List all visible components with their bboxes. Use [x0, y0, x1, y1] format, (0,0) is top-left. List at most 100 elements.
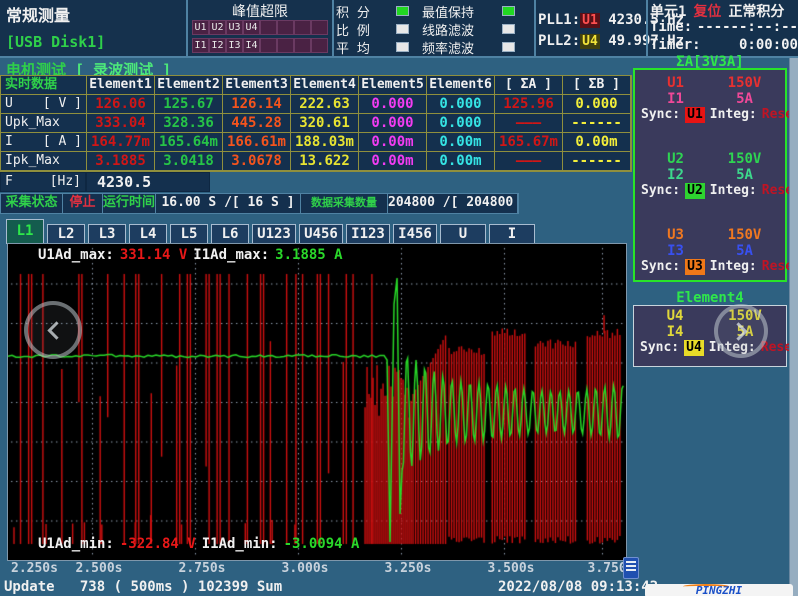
- x-tick-label: 2.500s: [76, 561, 123, 576]
- table-cell: 166.61m: [223, 133, 291, 152]
- table-cell: 125.67: [155, 95, 223, 114]
- pll-label: PLL2:: [538, 33, 580, 49]
- annotation-text: -322.84 V: [120, 536, 196, 552]
- column-header: [ ΣA ]: [495, 76, 563, 95]
- chevron-right-icon: [729, 322, 747, 340]
- acq-runtime-label: 运行时间: [103, 194, 156, 213]
- device-icon: [623, 557, 639, 579]
- tab-u456[interactable]: U456: [299, 224, 343, 244]
- peak-cell-U1: U1: [192, 20, 209, 35]
- peak-cell-U2: U2: [209, 20, 226, 35]
- datetime-display: 2022/08/08 09:13:42: [498, 579, 658, 595]
- table-cell: 126.06: [87, 95, 155, 114]
- timer-value: 0:00:00: [739, 37, 798, 55]
- table-cell: ------: [563, 152, 631, 171]
- annotation-text: I1Ad_max:: [193, 247, 269, 263]
- tab-i123[interactable]: I123: [346, 224, 390, 244]
- channel-name: U2: [641, 151, 710, 167]
- sync-integ-row: Sync:U3Integ:Reset: [641, 259, 779, 275]
- channel-current-row: I35A: [641, 243, 779, 259]
- right-scrollbar[interactable]: [789, 58, 798, 596]
- sync-source-badge: U3: [685, 259, 705, 275]
- acquisition-status-bar: 采集状态停止运行时间16.00 S /[ 16 S ]数据采集数量204800 …: [0, 193, 519, 214]
- tab-l4[interactable]: L4: [129, 224, 167, 244]
- table-cell: 222.63: [291, 95, 359, 114]
- table-corner-label: 实时数据: [1, 76, 87, 95]
- peak-cell-empty: [260, 38, 277, 53]
- tab-i456[interactable]: I456: [393, 224, 437, 244]
- waveform-min-annotation: U1Ad_min:-322.84 VI1Ad_min:-3.0094 A: [38, 536, 365, 552]
- table-cell: 165.67m: [495, 133, 563, 152]
- channel-current-row: I15A: [641, 91, 779, 107]
- indicator-label-line-filter: 线路滤波: [422, 20, 502, 39]
- indicator-label-freq-filter: 频率滤波: [422, 38, 502, 57]
- sync-integ-row: Sync:U1Integ:Reset: [641, 107, 779, 123]
- integ-label: Integ:: [710, 183, 757, 199]
- row-label: U[ V ]: [1, 95, 87, 114]
- tab-l5[interactable]: L5: [170, 224, 208, 244]
- waveform-plot[interactable]: U1Ad_max:331.14 VI1Ad_max:3.1885 A U1Ad_…: [7, 243, 627, 561]
- peak-cell-empty: [260, 20, 277, 35]
- waveform-canvas[interactable]: [8, 244, 626, 560]
- tab-l1[interactable]: L1: [6, 219, 44, 244]
- x-tick-label: 2.250s: [11, 561, 58, 576]
- sync-source-badge: U2: [685, 183, 705, 199]
- table-cell: ------: [563, 114, 631, 133]
- x-tick-label: 2.750s: [179, 561, 226, 576]
- tab-l6[interactable]: L6: [211, 224, 249, 244]
- tab-l2[interactable]: L2: [47, 224, 85, 244]
- ratio-indicator: [396, 24, 409, 34]
- tab-u[interactable]: U: [440, 224, 486, 244]
- unit-reset-label: 复位: [693, 1, 721, 19]
- next-page-button[interactable]: [714, 304, 768, 358]
- power-analyzer-screen: 常规测量 [USB Disk1] 峰值超限 U1U2U3U4 I1I2I3I4 …: [0, 0, 798, 596]
- table-cell: 0.00m: [427, 152, 495, 171]
- indicator-label-ratio: 比 例: [336, 20, 396, 39]
- sync-source-badge: U4: [684, 340, 704, 356]
- header-separator: [186, 0, 188, 56]
- acq-status-value: 停止: [63, 194, 103, 213]
- channel-name: I4: [640, 324, 710, 340]
- peak-cell-I1: I1: [192, 38, 209, 53]
- annotation-text: U1Ad_min:: [38, 536, 114, 552]
- freq-label: F: [5, 173, 13, 191]
- brand-logo: PINGZHI: [645, 584, 793, 596]
- column-header: Element1: [87, 76, 155, 95]
- tab-u123[interactable]: U123: [252, 224, 296, 244]
- max-hold-indicator: [502, 6, 515, 16]
- annotation-text: 3.1885 A: [275, 247, 342, 263]
- peak-cell-empty: [277, 38, 294, 53]
- time-value: ------:--:--: [697, 19, 798, 37]
- peak-row-current: I1I2I3I4: [192, 38, 328, 54]
- average-indicator: [396, 42, 409, 52]
- table-cell: 165.64m: [155, 133, 223, 152]
- integration-indicator: [396, 6, 409, 16]
- indicator-label-integration: 积 分: [336, 2, 396, 21]
- tab-l3[interactable]: L3: [88, 224, 126, 244]
- column-header: Element6: [427, 76, 495, 95]
- top-header: 常规测量 [USB Disk1] 峰值超限 U1U2U3U4 I1I2I3I4 …: [0, 0, 798, 58]
- update-counter: Update 738 ( 500ms ) 102399 Sum: [4, 579, 282, 595]
- table-cell: 164.77m: [87, 133, 155, 152]
- table-cell: 0.000: [563, 95, 631, 114]
- tab-i[interactable]: I: [489, 224, 535, 244]
- channel-voltage-row: U2150V: [641, 151, 779, 167]
- wiring-group-box: U1150VI15ASync:U1Integ:Reset U2150VI25A Sy…: [633, 68, 787, 282]
- table-cell: 3.1885: [87, 152, 155, 171]
- table-cell: 3.0418: [155, 152, 223, 171]
- table-cell: 333.04: [87, 114, 155, 133]
- wiring-group: U1150VI15ASync:U1Integ:Reset: [641, 75, 779, 123]
- row-name: I: [5, 133, 13, 151]
- table-cell: 188.03m: [291, 133, 359, 152]
- acq-count-label: 数据采集数量: [301, 194, 388, 213]
- channel-name: U4: [640, 308, 710, 324]
- sync-source-badge: U1: [685, 107, 705, 123]
- row-unit: [ A ]: [43, 133, 82, 151]
- x-tick-label: 3.000s: [282, 561, 329, 576]
- unit-title: 单元1: [650, 1, 686, 19]
- row-label: Upk_Max: [1, 114, 87, 133]
- channel-name: U3: [641, 227, 710, 243]
- channel-current-row: I25A: [641, 167, 779, 183]
- row-label: I [ A ]: [1, 133, 87, 152]
- prev-page-button[interactable]: [24, 301, 82, 359]
